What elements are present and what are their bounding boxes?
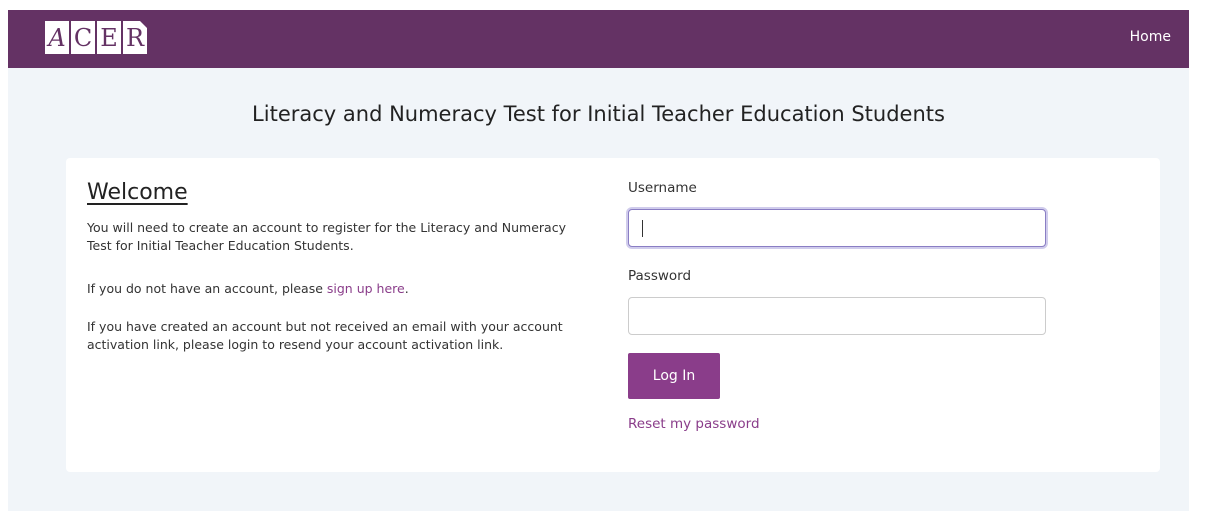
welcome-heading: Welcome <box>87 180 188 205</box>
username-input[interactable] <box>628 209 1046 247</box>
logo-letter: E <box>97 21 121 54</box>
page-title: Literacy and Numeracy Test for Initial T… <box>252 102 945 126</box>
nav-home-link[interactable]: Home <box>1130 29 1171 45</box>
sign-up-link[interactable]: sign up here <box>327 281 405 296</box>
intro-paragraph: You will need to create an account to re… <box>87 220 566 253</box>
signup-suffix: . <box>404 281 409 296</box>
log-in-button[interactable]: Log In <box>628 353 720 399</box>
password-input[interactable] <box>628 297 1046 335</box>
logo-letter: R <box>123 21 147 54</box>
activation-paragraph: If you have created an account but not r… <box>87 319 563 352</box>
username-label: Username <box>628 180 697 196</box>
login-card: Welcome You will need to create an accou… <box>66 158 1160 472</box>
text-cursor <box>642 220 643 237</box>
signup-prefix: If you do not have an account, please <box>87 281 327 296</box>
logo-letter: C <box>71 21 95 54</box>
password-label: Password <box>628 268 692 284</box>
page-frame: A C E R Home Literacy and Numeracy Test … <box>8 10 1189 511</box>
logo-letter: A <box>45 21 69 54</box>
top-navbar: A C E R Home <box>8 10 1189 68</box>
acer-logo[interactable]: A C E R <box>45 21 147 54</box>
signup-paragraph: If you do not have an account, please si… <box>87 280 587 298</box>
reset-password-link[interactable]: Reset my password <box>628 416 760 432</box>
